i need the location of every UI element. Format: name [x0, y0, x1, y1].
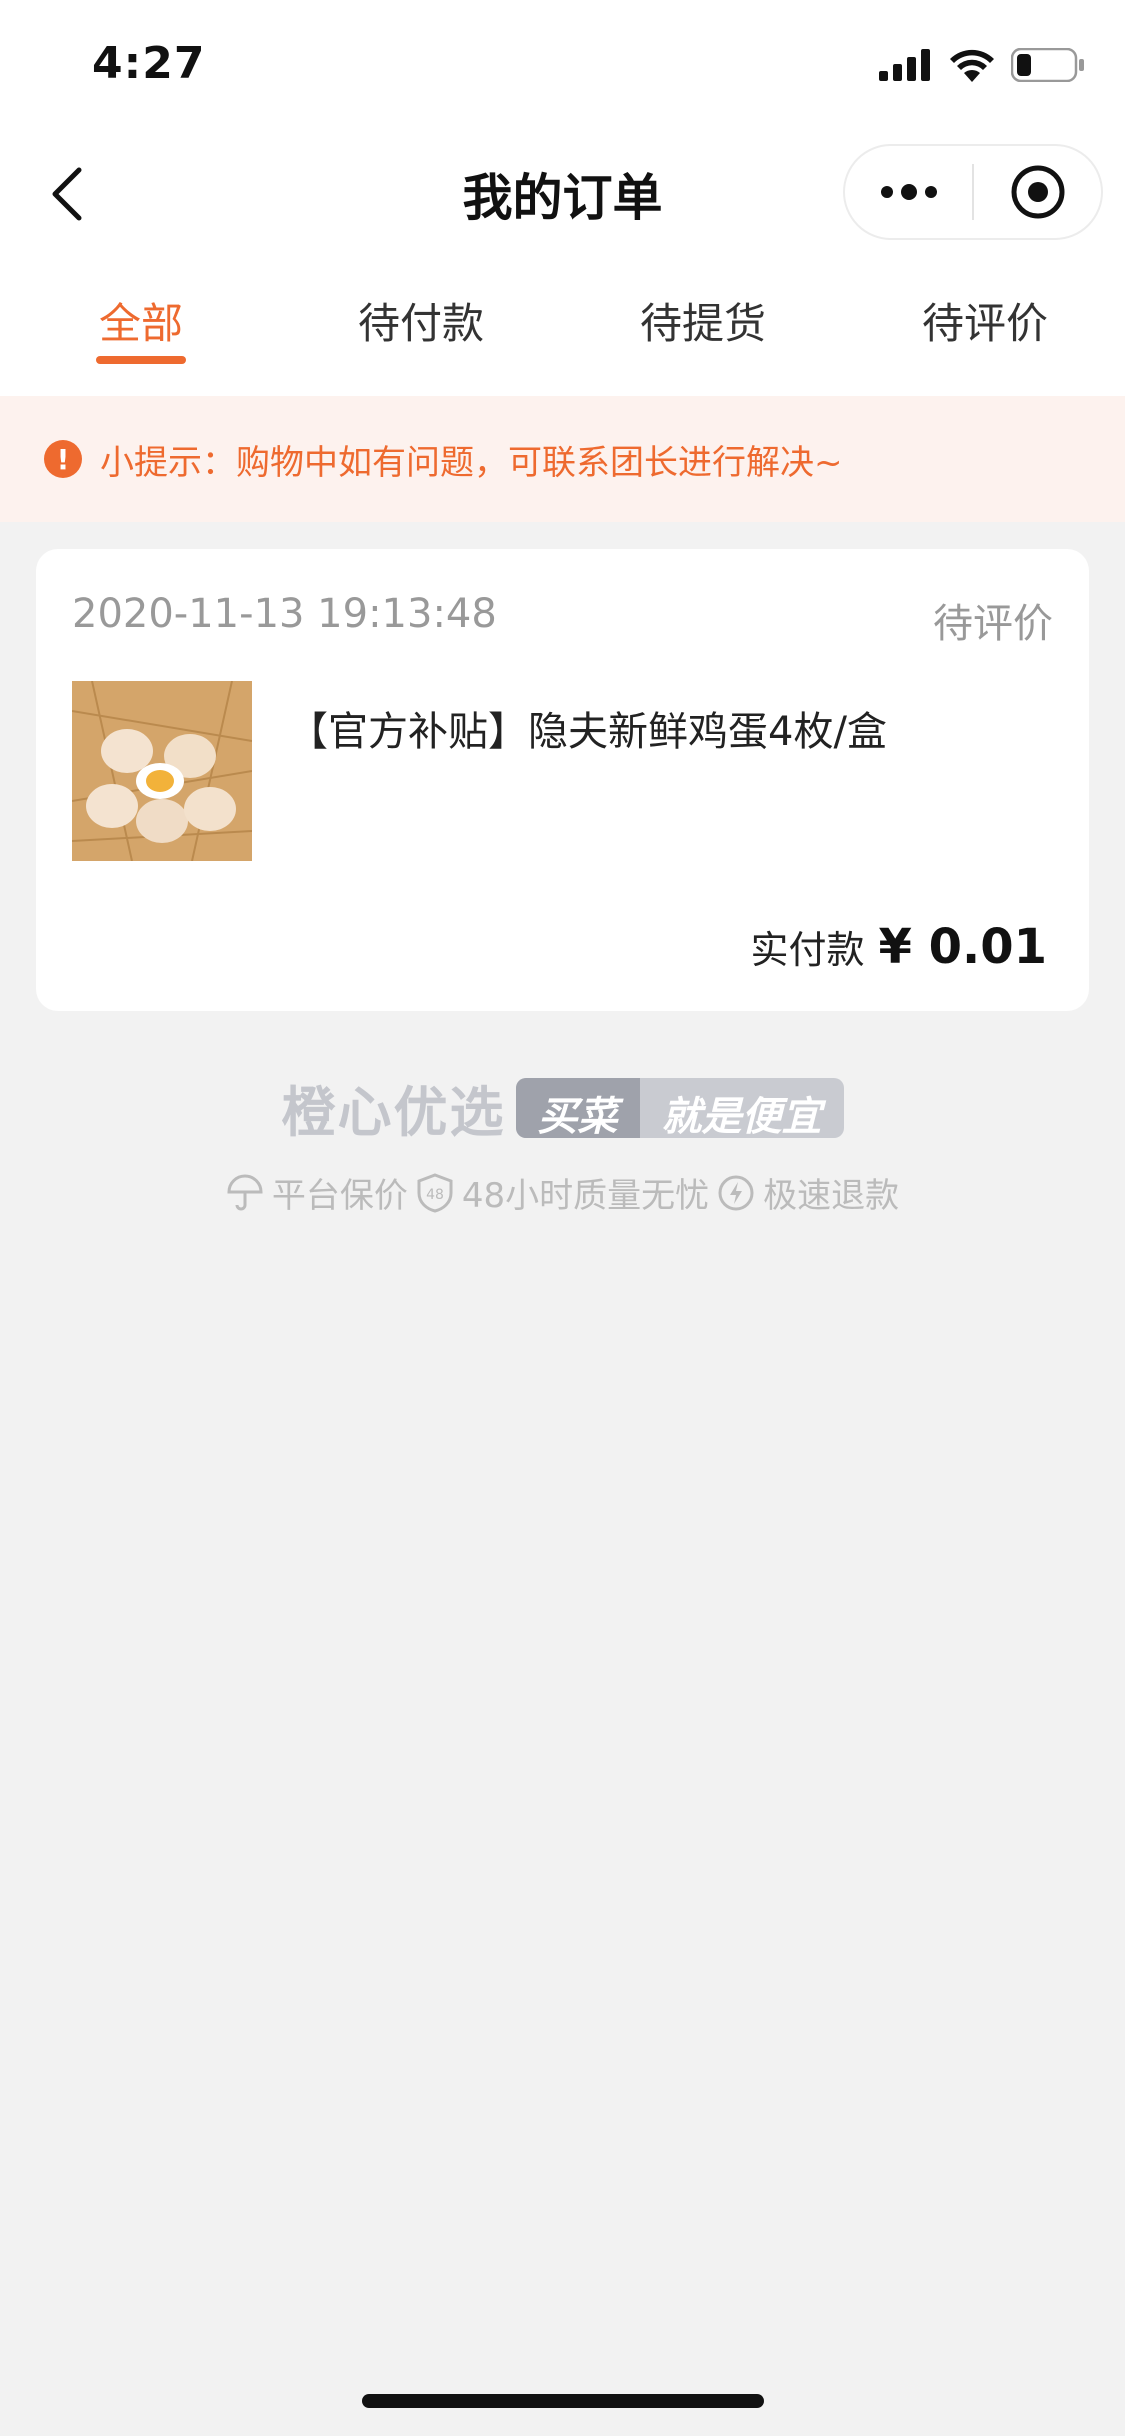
tab-pending-review[interactable]: 待评价	[920, 290, 1050, 351]
guarantee-label: 48小时质量无忧	[461, 1176, 710, 1216]
tab-pending-payment[interactable]: 待付款	[356, 290, 486, 351]
order-datetime: 2020-11-13 19:13:48	[72, 591, 497, 637]
exclamation-icon: !	[44, 440, 82, 478]
lightning-icon	[718, 1175, 754, 1210]
umbrella-icon	[227, 1174, 263, 1210]
tab-pending-pickup[interactable]: 待提货	[638, 290, 768, 351]
service-guarantees: 平台保价 48 48小时质量无忧 极速退款	[0, 1168, 1125, 1217]
more-button[interactable]	[845, 146, 972, 238]
close-program-button[interactable]	[974, 146, 1101, 238]
home-indicator[interactable]	[362, 2394, 764, 2408]
brand-name: 橙心优选	[281, 1081, 506, 1144]
eggs-image-icon	[72, 681, 252, 861]
guarantee-fast-refund: 极速退款	[717, 1168, 899, 1217]
guarantee-label: 平台保价	[271, 1176, 408, 1216]
tip-text: 小提示：购物中如有问题，可联系团长进行解决~	[100, 442, 843, 483]
pay-label: 实付款	[750, 928, 865, 972]
status-icons	[879, 48, 1085, 82]
battery-icon	[1011, 48, 1084, 82]
slogan-part-a: 买菜	[515, 1077, 640, 1138]
order-card[interactable]: 2020-11-13 19:13:48 待评价 【官方补贴】隐夫新鲜鸡蛋4枚/盒…	[36, 549, 1089, 1011]
brand-slogan: 买菜 就是便宜	[515, 1077, 844, 1138]
more-dots-icon	[880, 184, 937, 200]
active-tab-indicator	[96, 356, 186, 364]
brand-logo: 橙心优选 买菜 就是便宜	[0, 1068, 1125, 1147]
product-thumbnail[interactable]	[72, 681, 252, 861]
svg-text:48: 48	[426, 1187, 444, 1203]
wifi-icon	[950, 49, 994, 82]
slogan-part-b: 就是便宜	[661, 1093, 822, 1138]
guarantee-48h: 48 48小时质量无忧	[416, 1168, 709, 1217]
order-status: 待评价	[933, 601, 1053, 647]
target-circle-icon	[1011, 165, 1064, 219]
tip-banner: ! 小提示：购物中如有问题，可联系团长进行解决~	[0, 396, 1125, 522]
status-time: 4:27	[92, 38, 206, 89]
shield-48-icon: 48	[417, 1172, 453, 1213]
tab-all[interactable]: 全部	[96, 290, 186, 351]
guarantee-label: 极速退款	[763, 1176, 900, 1216]
signal-icon	[879, 49, 930, 81]
guarantee-price-protection: 平台保价	[226, 1168, 408, 1217]
pay-amount: ¥ 0.01	[878, 919, 1047, 975]
product-name: 【官方补贴】隐夫新鲜鸡蛋4枚/盒	[288, 709, 887, 755]
payment-summary: 实付款 ¥ 0.01	[750, 919, 1047, 975]
mini-program-capsule	[843, 144, 1103, 240]
